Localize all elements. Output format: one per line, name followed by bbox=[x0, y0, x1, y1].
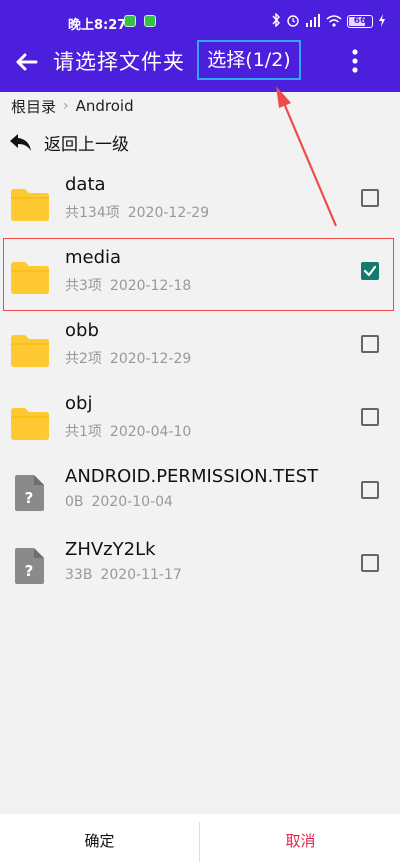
item-name: data bbox=[65, 174, 106, 195]
item-date: 2020-12-29 bbox=[127, 205, 210, 221]
list-item[interactable]: obb 共2项 2020-12-29 bbox=[0, 318, 400, 390]
cancel-button[interactable]: 取消 bbox=[201, 814, 400, 867]
item-date: 2020-04-10 bbox=[109, 424, 192, 440]
bottom-action-bar: 确定 取消 bbox=[0, 813, 400, 867]
item-name: obb bbox=[65, 320, 99, 341]
checkbox[interactable] bbox=[361, 408, 379, 426]
svg-text:?: ? bbox=[25, 562, 34, 580]
divider bbox=[199, 822, 200, 862]
checkbox[interactable] bbox=[361, 554, 379, 572]
status-time: 晚上8:27 bbox=[68, 18, 127, 33]
breadcrumb: 根目录 › Android bbox=[11, 96, 134, 116]
bluetooth-icon bbox=[271, 12, 281, 30]
item-meta: 0B 2020-10-04 bbox=[65, 494, 173, 510]
list-item[interactable]: ? ZHVzY2Lk 33B 2020-11-17 bbox=[0, 537, 400, 609]
breadcrumb-root[interactable]: 根目录 bbox=[11, 96, 56, 117]
folder-icon bbox=[10, 186, 50, 226]
more-options-icon[interactable] bbox=[348, 46, 362, 76]
list-item[interactable]: data 共134项 2020-12-29 bbox=[0, 172, 400, 244]
status-bar: 晚上8:27 66 bbox=[0, 0, 400, 40]
wifi-icon bbox=[326, 14, 342, 30]
breadcrumb-current[interactable]: Android bbox=[76, 97, 134, 115]
alarm-icon bbox=[286, 13, 300, 30]
checkbox[interactable] bbox=[361, 335, 379, 353]
checkbox[interactable] bbox=[361, 481, 379, 499]
app-header: 晚上8:27 66 请选择文件夹 选择(1/2) bbox=[0, 0, 400, 92]
item-count: 0B bbox=[65, 494, 84, 510]
status-icons: 66 bbox=[271, 12, 386, 30]
item-name: ZHVzY2Lk bbox=[65, 539, 156, 560]
item-name: obj bbox=[65, 393, 93, 414]
charging-icon bbox=[378, 13, 386, 30]
item-count: 共2项 bbox=[65, 351, 102, 367]
notification-app-icon bbox=[124, 15, 136, 27]
item-date: 2020-10-04 bbox=[91, 494, 173, 510]
list-item[interactable]: obj 共1项 2020-04-10 bbox=[0, 391, 400, 463]
item-date: 2020-12-29 bbox=[109, 351, 192, 367]
item-meta: 共2项 2020-12-29 bbox=[65, 348, 191, 368]
folder-icon bbox=[10, 332, 50, 372]
selected-row-highlight bbox=[3, 238, 394, 311]
list-item[interactable]: ? ANDROID.PERMISSION.TEST 0B 2020-10-04 bbox=[0, 464, 400, 536]
back-arrow-icon[interactable] bbox=[12, 47, 42, 77]
item-count: 33B bbox=[65, 567, 93, 583]
reply-arrow-icon bbox=[10, 134, 31, 151]
item-count: 共1项 bbox=[65, 424, 102, 440]
unknown-file-icon: ? bbox=[13, 547, 53, 587]
item-date: 2020-11-17 bbox=[100, 567, 182, 583]
item-meta: 共1项 2020-04-10 bbox=[65, 421, 191, 441]
page-title: 请选择文件夹 bbox=[53, 50, 185, 74]
go-up-label: 返回上一级 bbox=[44, 134, 129, 155]
item-name: ANDROID.PERMISSION.TEST bbox=[65, 466, 319, 487]
selection-count-button[interactable]: 选择(1/2) bbox=[197, 40, 301, 80]
svg-text:?: ? bbox=[25, 489, 34, 507]
item-meta: 33B 2020-11-17 bbox=[65, 567, 182, 583]
item-meta: 共134项 2020-12-29 bbox=[65, 202, 209, 222]
battery-icon: 66 bbox=[347, 15, 373, 28]
notification-app-icon bbox=[144, 15, 156, 27]
confirm-button[interactable]: 确定 bbox=[0, 814, 199, 867]
go-up-button[interactable]: 返回上一级 bbox=[8, 130, 129, 155]
item-count: 共134项 bbox=[65, 205, 120, 221]
chevron-right-icon: › bbox=[63, 98, 69, 114]
toolbar: 请选择文件夹 选择(1/2) bbox=[0, 40, 400, 84]
checkbox[interactable] bbox=[361, 189, 379, 207]
signal-icon bbox=[305, 13, 321, 30]
folder-icon bbox=[10, 405, 50, 445]
unknown-file-icon: ? bbox=[13, 474, 53, 514]
